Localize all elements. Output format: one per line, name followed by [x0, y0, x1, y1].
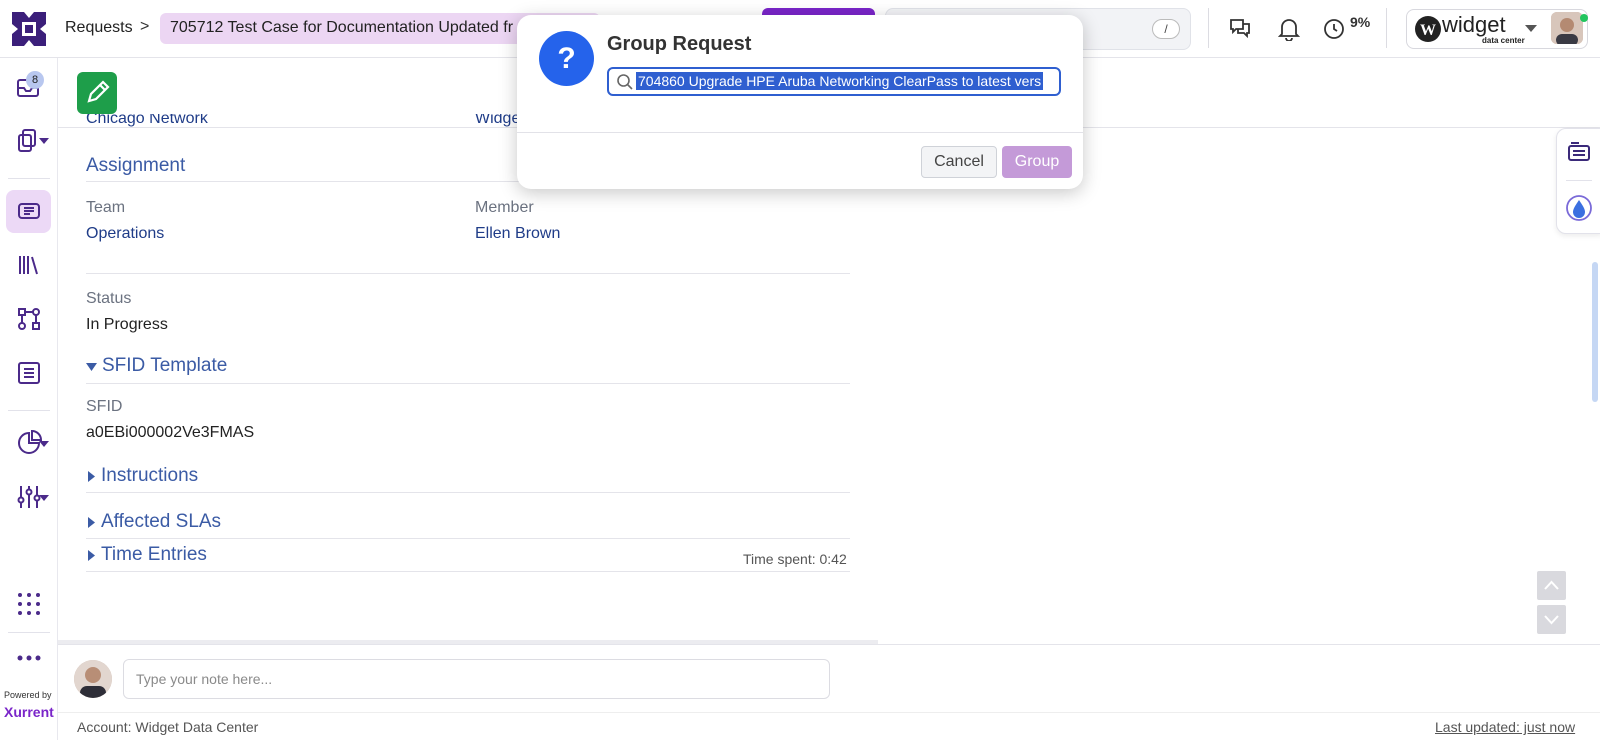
bell-icon[interactable]	[1278, 17, 1300, 41]
chevron-up-icon	[1544, 580, 1559, 590]
cancel-button[interactable]: Cancel	[921, 146, 997, 178]
section-divider	[86, 383, 850, 384]
caret-right-icon[interactable]	[87, 550, 96, 561]
dialog-title: Group Request	[607, 33, 752, 55]
xurrent-brand[interactable]: Xurrent	[4, 704, 54, 720]
footer-account-label: Account: Widget Data Center	[77, 719, 259, 735]
edit-button[interactable]	[77, 72, 117, 114]
time-tracking-icon[interactable]	[1322, 17, 1346, 41]
time-spent-summary: Time spent: 0:42	[743, 551, 847, 567]
header-divider	[1208, 8, 1209, 48]
rail-divider	[8, 410, 50, 411]
caret-down-icon[interactable]	[86, 362, 97, 372]
note-input[interactable]	[123, 659, 830, 699]
search-shortcut-hint: /	[1152, 19, 1180, 39]
status-label: Status	[86, 290, 132, 307]
search-icon	[617, 74, 633, 90]
time-entries-section-toggle[interactable]: Time Entries	[101, 544, 207, 566]
request-search-selected-text[interactable]: 704860 Upgrade HPE Aruba Networking Clea…	[636, 72, 1044, 90]
chevron-down-icon[interactable]	[1524, 24, 1538, 34]
header-divider	[1386, 8, 1387, 48]
affected-slas-section-toggle[interactable]: Affected SLAs	[101, 511, 221, 533]
powered-by-label: Powered by	[4, 690, 52, 700]
dialog-divider	[517, 132, 1083, 133]
list-icon[interactable]	[14, 358, 44, 388]
rail-divider	[8, 632, 50, 633]
sfid-label: SFID	[86, 398, 123, 415]
chevron-down-icon[interactable]	[39, 138, 49, 146]
user-avatar-icon	[74, 660, 112, 698]
app-logo-icon[interactable]	[10, 10, 48, 48]
left-navigation-rail	[0, 58, 58, 740]
sfid-template-section-toggle[interactable]: SFID Template	[102, 355, 227, 377]
last-updated-link[interactable]: Last updated: just now	[1435, 719, 1575, 735]
workflow-icon[interactable]	[14, 304, 44, 334]
details-card-icon[interactable]	[1567, 140, 1591, 164]
caret-right-icon[interactable]	[87, 471, 96, 482]
svg-text:W: W	[1420, 22, 1436, 39]
ai-assistant-icon[interactable]	[1565, 194, 1593, 222]
account-brand-sub: data center	[1482, 36, 1525, 45]
scroll-down-button[interactable]	[1537, 605, 1566, 634]
section-divider	[86, 273, 850, 274]
question-icon: ?	[539, 31, 594, 86]
partial-service-value[interactable]: Chicago Network	[86, 114, 208, 128]
instructions-section-toggle[interactable]: Instructions	[101, 465, 198, 487]
online-status-dot	[1580, 14, 1588, 22]
scroll-up-button[interactable]	[1537, 571, 1566, 600]
assignment-heading: Assignment	[86, 155, 186, 176]
team-label: Team	[86, 199, 126, 216]
more-options-icon[interactable]	[14, 643, 44, 673]
chevron-down-icon[interactable]	[39, 441, 49, 449]
chevron-down-icon[interactable]	[39, 495, 49, 503]
inbox-count-badge: 8	[26, 71, 44, 89]
sfid-value: a0EBi000002Ve3FMAS	[86, 424, 255, 441]
widget-logo-icon: W	[1415, 16, 1441, 42]
user-avatar-icon	[1551, 12, 1583, 44]
user-avatar[interactable]	[1551, 12, 1583, 44]
rail-divider	[8, 178, 50, 179]
team-value-link[interactable]: Operations	[86, 225, 164, 243]
footer-bar	[58, 712, 1600, 740]
breadcrumb-separator: >	[140, 18, 150, 35]
member-value-link[interactable]: Ellen Brown	[475, 225, 560, 243]
time-tracking-percent: 9%	[1350, 14, 1371, 30]
group-request-dialog	[517, 15, 1083, 189]
panel-divider	[1566, 180, 1592, 181]
status-value: In Progress	[86, 316, 168, 333]
pencil-icon	[87, 80, 110, 103]
note-author-avatar	[74, 660, 112, 698]
section-divider	[86, 492, 850, 493]
library-icon[interactable]	[14, 250, 44, 280]
vertical-scrollbar-thumb[interactable]	[1592, 262, 1598, 402]
account-brand-name: widget	[1442, 12, 1506, 37]
breadcrumb-requests-link[interactable]: Requests	[65, 19, 133, 37]
apps-grid-icon[interactable]	[14, 589, 44, 619]
section-divider	[86, 538, 850, 539]
chevron-down-icon	[1544, 615, 1559, 625]
section-divider	[86, 571, 850, 572]
member-label: Member	[475, 199, 534, 216]
caret-right-icon[interactable]	[87, 517, 96, 528]
requests-ticket-icon[interactable]	[14, 196, 44, 226]
chat-icon[interactable]	[1228, 16, 1252, 40]
group-button[interactable]: Group	[1002, 146, 1072, 178]
